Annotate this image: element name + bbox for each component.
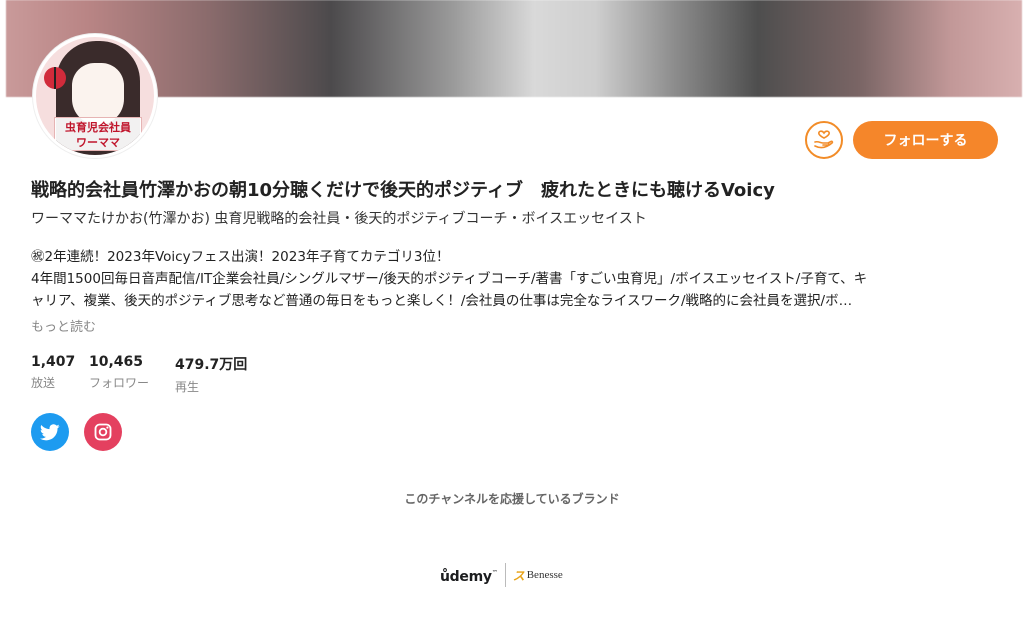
avatar-tag-line1: 虫育児会社員: [65, 121, 131, 134]
benesse-logo[interactable]: ス Benesse: [513, 567, 563, 584]
brand-divider: [504, 563, 506, 587]
stat-plays: 479.7万回 再生: [175, 354, 247, 395]
support-button[interactable]: [805, 121, 843, 159]
benesse-mark-icon: ス: [512, 568, 525, 583]
udemy-wordmark: ůdemy: [440, 568, 492, 585]
description-line: ㊗2年連続！2023年Voicyフェス出演！2023年子育てカテゴリ3位！: [31, 249, 450, 265]
channel-subtitle: ワーママたけかお(竹澤かお) 虫育児戦略的会社員・後天的ポジティブコーチ・ボイス…: [31, 211, 647, 227]
avatar-face: [72, 63, 124, 125]
stat-followers[interactable]: 10,465 フォロワー: [89, 354, 149, 391]
twitter-link[interactable]: [31, 413, 69, 451]
stat-label: 放送: [31, 376, 56, 390]
description-line: ャリア、複業、後天的ポジティブ思考など普通の毎日をもっと楽しく！/会社員の仕事は…: [31, 293, 853, 309]
udemy-trademark: ™: [491, 569, 498, 577]
cover-image: [6, 0, 1022, 97]
udemy-logo[interactable]: ůdemy™: [440, 566, 498, 585]
sponsor-brands-label: このチャンネルを応援しているブランド: [404, 492, 620, 506]
stat-label: 再生: [175, 380, 200, 394]
sponsor-brands: ůdemy™ ス Benesse: [440, 562, 590, 588]
follow-button[interactable]: フォローする: [853, 121, 998, 159]
ladybug-icon: [44, 67, 66, 89]
stat-value: 479.7万回: [175, 357, 248, 373]
stat-label: フォロワー: [89, 376, 150, 390]
read-more-link[interactable]: もっと読む: [31, 316, 96, 335]
channel-title: 戦略的会社員竹澤かおの朝10分聴くだけで後天的ポジティブ 疲れたときにも聴けるV…: [31, 180, 775, 201]
channel-description: ㊗2年連続！2023年Voicyフェス出演！2023年子育てカテゴリ3位！ 4年…: [31, 246, 1001, 312]
avatar-tag: 虫育児会社員 ワーママ: [54, 117, 142, 151]
channel-avatar[interactable]: 虫育児会社員 ワーママ: [33, 34, 157, 158]
benesse-wordmark: Benesse: [526, 569, 563, 581]
stat-value: 1,407: [31, 354, 76, 370]
hand-heart-icon: [814, 130, 834, 149]
instagram-icon: [94, 423, 112, 441]
twitter-icon: [40, 423, 60, 440]
instagram-link[interactable]: [84, 413, 122, 451]
stat-broadcasts: 1,407 放送: [31, 354, 75, 391]
stat-value: 10,465: [89, 354, 144, 370]
description-line: 4年間1500回毎日音声配信/IT企業会社員/シングルマザー/後天的ポジティブコ…: [31, 271, 868, 287]
avatar-tag-line2: ワーママ: [76, 136, 120, 149]
